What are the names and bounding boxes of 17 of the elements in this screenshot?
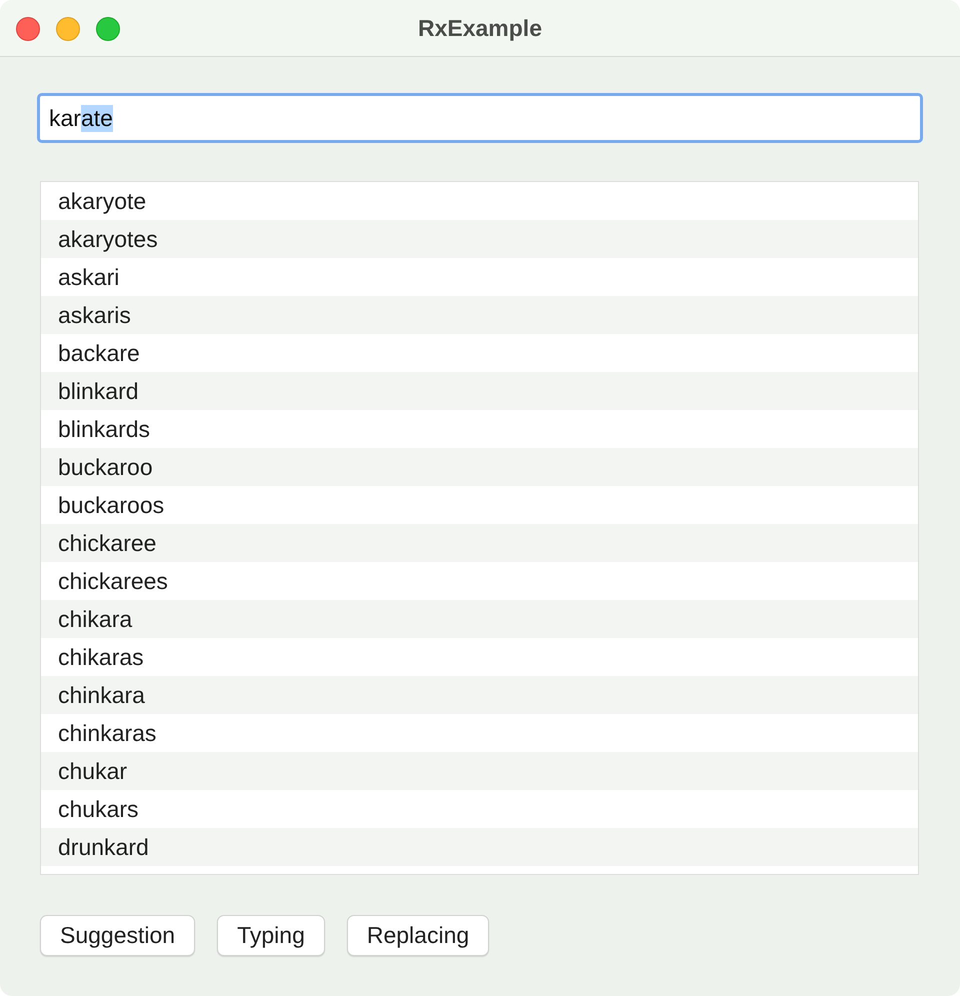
close-button[interactable] (16, 17, 40, 41)
list-item[interactable]: buckaroo (41, 448, 918, 486)
list-item[interactable]: chikara (41, 600, 918, 638)
mode-button[interactable]: Typing (217, 915, 325, 956)
mode-button[interactable]: Suggestion (40, 915, 196, 956)
minimize-button[interactable] (56, 17, 80, 41)
zoom-button[interactable] (96, 17, 120, 41)
list-item[interactable]: drunkard (41, 828, 918, 866)
list-item[interactable]: blinkard (41, 372, 918, 410)
list-item[interactable]: akaryotes (41, 220, 918, 258)
list-item[interactable]: chickaree (41, 524, 918, 562)
mode-button[interactable]: Replacing (346, 915, 490, 956)
list-item[interactable]: chukar (41, 752, 918, 790)
window-title: RxExample (418, 14, 542, 42)
list-item[interactable]: chinkara (41, 676, 918, 714)
list-item[interactable]: askaris (41, 296, 918, 334)
search-field[interactable]: karate (37, 93, 923, 143)
